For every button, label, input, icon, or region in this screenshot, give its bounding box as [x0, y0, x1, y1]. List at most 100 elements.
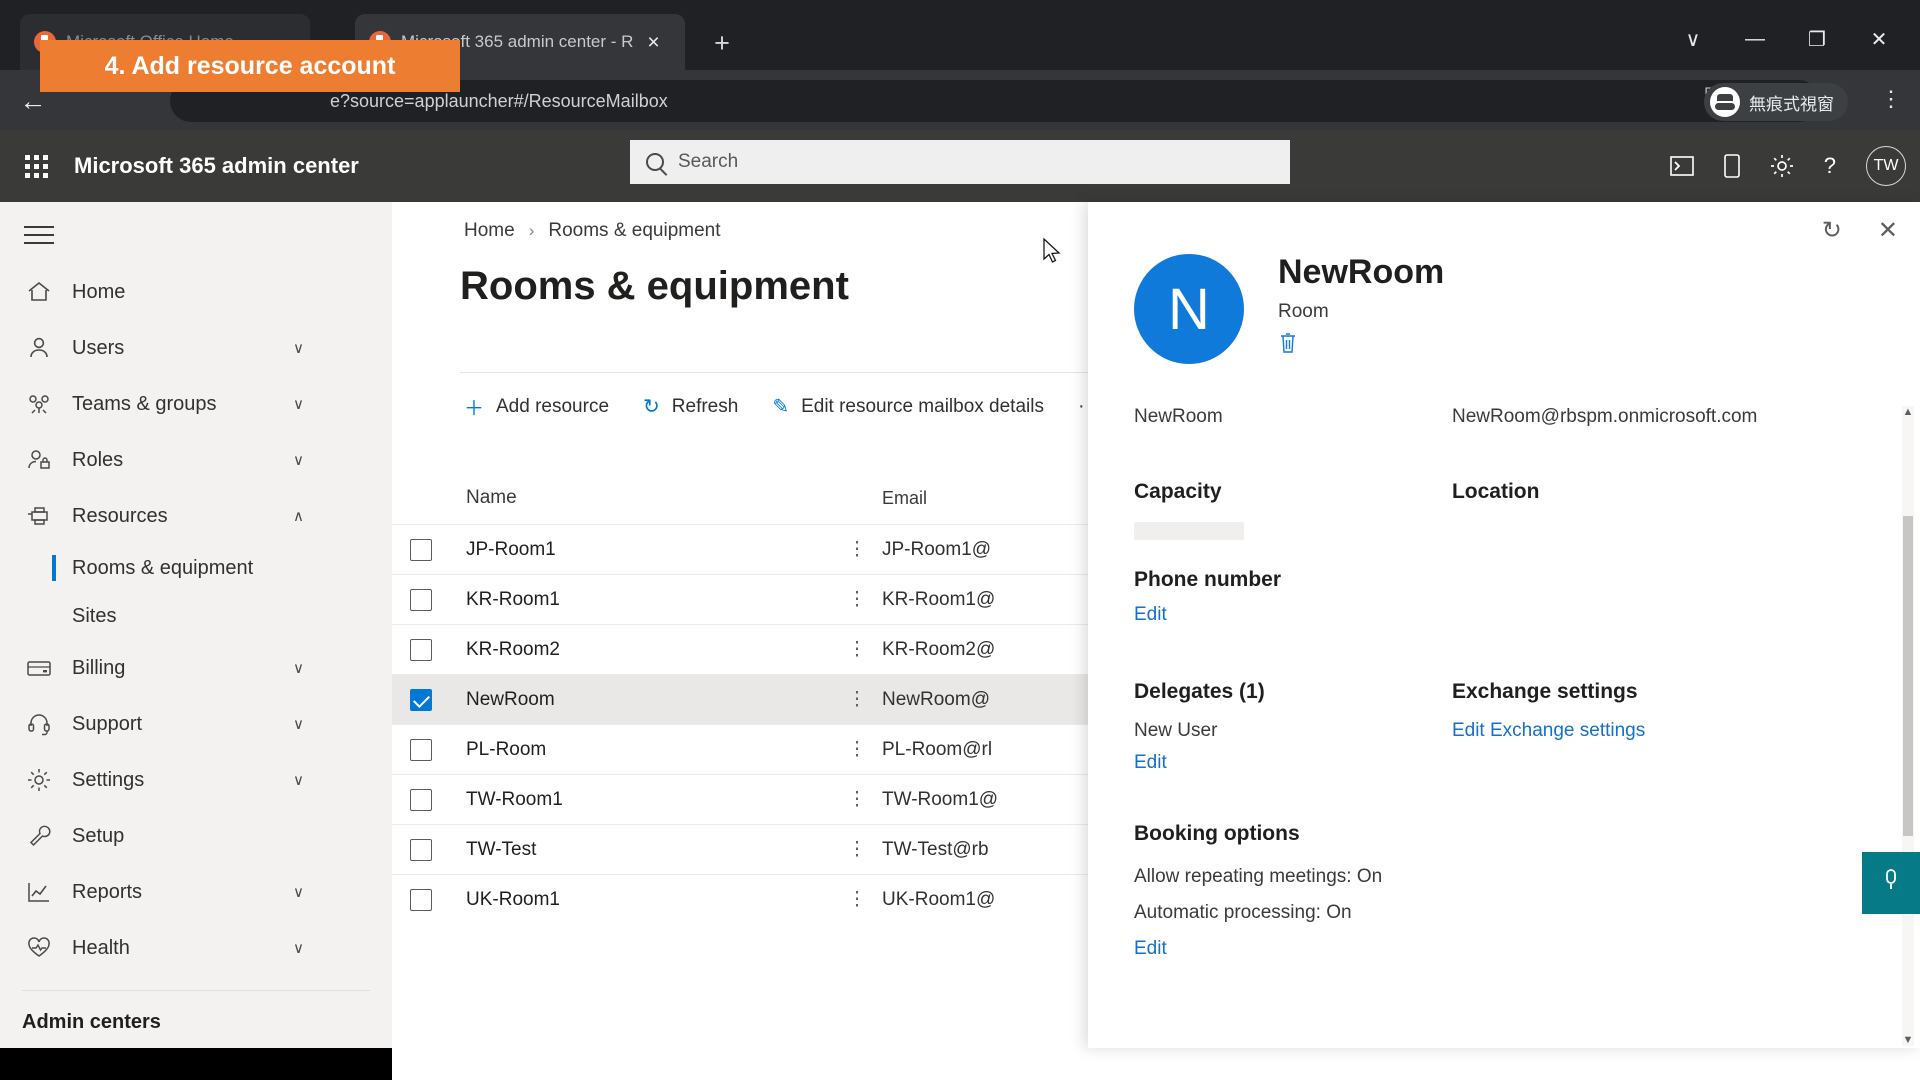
maximize-icon[interactable]: ❐	[1786, 14, 1848, 64]
scroll-down-icon[interactable]: ▼	[1902, 1034, 1914, 1046]
booking-edit-link[interactable]: Edit	[1134, 938, 1482, 960]
chevron-down-icon[interactable]: ∨	[293, 339, 304, 357]
search-input[interactable]: Search	[630, 140, 1290, 184]
row-menu-icon[interactable]: ⋮	[832, 840, 882, 859]
panel-title: NewRoom	[1278, 253, 1445, 291]
breadcrumb-home[interactable]: Home	[464, 220, 515, 242]
cell-name: KR-Room2	[466, 638, 560, 660]
reports-icon	[22, 875, 56, 909]
chevron-down-icon[interactable]: ∨	[293, 451, 304, 469]
chevron-down-icon[interactable]: ∨	[293, 771, 304, 789]
feedback-icon	[1880, 867, 1902, 900]
resources-icon	[22, 499, 56, 533]
scrollbar-thumb[interactable]	[1903, 516, 1913, 836]
booking-repeating-value: Allow repeating meetings: On	[1134, 866, 1383, 887]
edit-exchange-settings-link[interactable]: Edit Exchange settings	[1452, 720, 1854, 742]
row-menu-icon[interactable]: ⋮	[832, 740, 882, 759]
cell-email: UK-Room1@	[882, 888, 996, 910]
chevron-down-icon[interactable]: ∨	[293, 883, 304, 901]
sidebar-item-billing[interactable]: Billing ∨	[0, 640, 392, 696]
incognito-label: 無痕式視窗	[1749, 94, 1834, 114]
command-label: Refresh	[671, 395, 739, 417]
hamburger-icon[interactable]	[22, 220, 56, 254]
page-title: Rooms & equipment	[460, 264, 849, 308]
incognito-indicator[interactable]: 無痕式視窗	[1704, 83, 1848, 121]
help-icon[interactable]: ?	[1824, 153, 1836, 179]
panel-scrollbar[interactable]: ▲ ▼	[1902, 406, 1914, 1046]
delegate-name-value: New User	[1134, 720, 1218, 741]
gear-icon[interactable]	[1770, 154, 1794, 178]
refresh-button[interactable]: ↻ Refresh	[643, 394, 738, 419]
sidebar-item-home[interactable]: Home	[0, 264, 392, 320]
sidebar: Home Users ∨ Teams & groups ∨ Roles ∨ Re…	[0, 202, 392, 1048]
minimize-icon[interactable]: —	[1724, 14, 1786, 64]
edit-resource-mailbox-details-button[interactable]: ✎ Edit resource mailbox details	[772, 394, 1044, 419]
close-icon[interactable]: ✕	[1878, 216, 1898, 245]
capacity-label: Capacity	[1134, 480, 1222, 503]
sidebar-item-teams-groups[interactable]: Teams & groups ∨	[0, 376, 392, 432]
row-checkbox[interactable]	[410, 838, 432, 861]
sidebar-item-label: Support	[72, 712, 143, 735]
row-menu-icon[interactable]: ⋮	[832, 790, 882, 809]
sidebar-admin-centers[interactable]: Admin centers	[0, 991, 392, 1034]
cell-email: NewRoom@	[882, 688, 990, 710]
home-icon	[22, 275, 56, 309]
suite-header-actions: ? TW	[1669, 130, 1906, 202]
add-resource-button[interactable]: ＋ Add resource	[464, 392, 609, 421]
sidebar-item-reports[interactable]: Reports ∨	[0, 864, 392, 920]
sidebar-item-support[interactable]: Support ∨	[0, 696, 392, 752]
sidebar-item-label: Health	[72, 936, 130, 959]
phone-edit-link[interactable]: Edit	[1134, 604, 1482, 626]
breadcrumb-current: Rooms & equipment	[548, 220, 721, 241]
sidebar-item-health[interactable]: Health ∨	[0, 920, 392, 976]
active-indicator	[52, 555, 56, 581]
mobile-icon[interactable]	[1723, 154, 1740, 178]
tab-search-icon[interactable]: ∨	[1662, 14, 1724, 64]
chevron-down-icon[interactable]: ∨	[293, 659, 304, 677]
settings-icon	[22, 763, 56, 797]
close-icon[interactable]: ×	[647, 32, 659, 53]
row-checkbox[interactable]	[410, 688, 432, 711]
sidebar-item-setup[interactable]: Setup	[0, 808, 392, 864]
browser-menu-icon[interactable]: ⋮	[1880, 86, 1902, 112]
sidebar-item-rooms-equipment[interactable]: Rooms & equipment	[0, 544, 392, 592]
cell-email: TW-Test@rb	[882, 838, 989, 860]
close-window-icon[interactable]: ✕	[1848, 14, 1910, 64]
row-menu-icon[interactable]: ⋮	[832, 890, 882, 909]
chevron-up-icon[interactable]: ∧	[293, 507, 304, 525]
delegates-edit-link[interactable]: Edit	[1134, 752, 1482, 774]
row-menu-icon[interactable]: ⋮	[832, 540, 882, 559]
chevron-down-icon[interactable]: ∨	[293, 715, 304, 733]
window-controls: ∨ — ❐ ✕	[1662, 14, 1910, 64]
scroll-up-icon[interactable]: ▲	[1902, 406, 1914, 418]
row-checkbox[interactable]	[410, 538, 432, 561]
row-checkbox[interactable]	[410, 788, 432, 811]
row-checkbox[interactable]	[410, 638, 432, 661]
row-checkbox[interactable]	[410, 588, 432, 611]
row-menu-icon[interactable]: ⋮	[832, 640, 882, 659]
sidebar-item-users[interactable]: Users ∨	[0, 320, 392, 376]
chevron-down-icon[interactable]: ∨	[293, 939, 304, 957]
email-value: NewRoom@rbspm.onmicrosoft.com	[1451, 406, 1758, 427]
sidebar-item-settings[interactable]: Settings ∨	[0, 752, 392, 808]
new-tab-button[interactable]: +	[705, 28, 739, 62]
delete-icon[interactable]	[1278, 331, 1444, 361]
sidebar-item-label: Settings	[72, 768, 145, 791]
console-icon[interactable]	[1669, 156, 1694, 176]
sidebar-item-sites[interactable]: Sites	[0, 592, 392, 640]
column-header-email[interactable]: Email	[882, 488, 927, 509]
app-launcher-icon[interactable]	[14, 144, 58, 188]
sidebar-item-resources[interactable]: Resources ∧	[0, 488, 392, 544]
avatar[interactable]: TW	[1866, 146, 1906, 186]
row-menu-icon[interactable]: ⋮	[832, 690, 882, 709]
column-header-name[interactable]: Name	[432, 487, 832, 509]
sidebar-item-roles[interactable]: Roles ∨	[0, 432, 392, 488]
row-checkbox[interactable]	[410, 888, 432, 911]
chevron-down-icon[interactable]: ∨	[293, 395, 304, 413]
feedback-button[interactable]	[1862, 852, 1920, 914]
row-menu-icon[interactable]: ⋮	[832, 590, 882, 609]
location-label: Location	[1451, 480, 1540, 503]
search-icon	[646, 153, 664, 171]
row-checkbox[interactable]	[410, 738, 432, 761]
refresh-icon[interactable]: ↻	[1822, 216, 1842, 245]
